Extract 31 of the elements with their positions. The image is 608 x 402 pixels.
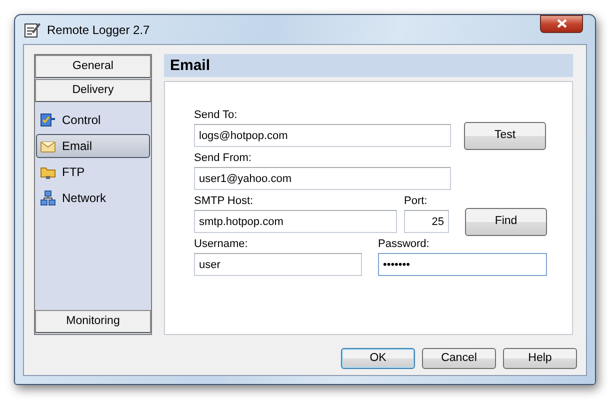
field-label: SMTP Host: — [194, 195, 254, 208]
dialog-button[interactable]: Help — [503, 348, 577, 369]
field-label: Send From: — [194, 152, 252, 165]
close-icon — [556, 19, 566, 28]
field-label: Port: — [404, 195, 428, 208]
section-button[interactable]: General — [35, 55, 151, 78]
close-button[interactable] — [540, 14, 583, 32]
input-field[interactable]: 25 — [404, 210, 449, 233]
action-button[interactable]: Test — [464, 122, 546, 150]
input-field[interactable]: ••••••• — [378, 253, 547, 276]
panel-heading: Email — [164, 54, 573, 77]
input-field[interactable]: smtp.hotpop.com — [194, 210, 397, 233]
window-title: Remote Logger 2.7 — [47, 22, 150, 38]
input-field[interactable]: user1@yahoo.com — [194, 167, 451, 190]
dialog-button[interactable]: OK — [341, 348, 415, 369]
input-field[interactable]: user — [194, 253, 362, 276]
section-button[interactable]: Monitoring — [35, 310, 151, 333]
clipboard-icon — [40, 112, 56, 128]
sidebar-item[interactable]: FTP — [36, 160, 150, 184]
sidebar-item[interactable]: Control — [36, 108, 150, 132]
dialog-button[interactable]: Cancel — [422, 348, 496, 369]
field-label: Username: — [194, 238, 249, 251]
sidebar-item[interactable]: Email — [36, 134, 150, 158]
section-button[interactable]: Delivery — [35, 79, 151, 102]
input-field[interactable]: logs@hotpop.com — [194, 124, 451, 147]
network-icon — [40, 190, 56, 206]
sidebar-item[interactable]: Network — [36, 186, 150, 210]
action-button[interactable]: Find — [465, 208, 547, 236]
field-label: Send To: — [194, 109, 238, 122]
notepad-icon — [23, 20, 41, 38]
field-label: Password: — [378, 238, 430, 251]
